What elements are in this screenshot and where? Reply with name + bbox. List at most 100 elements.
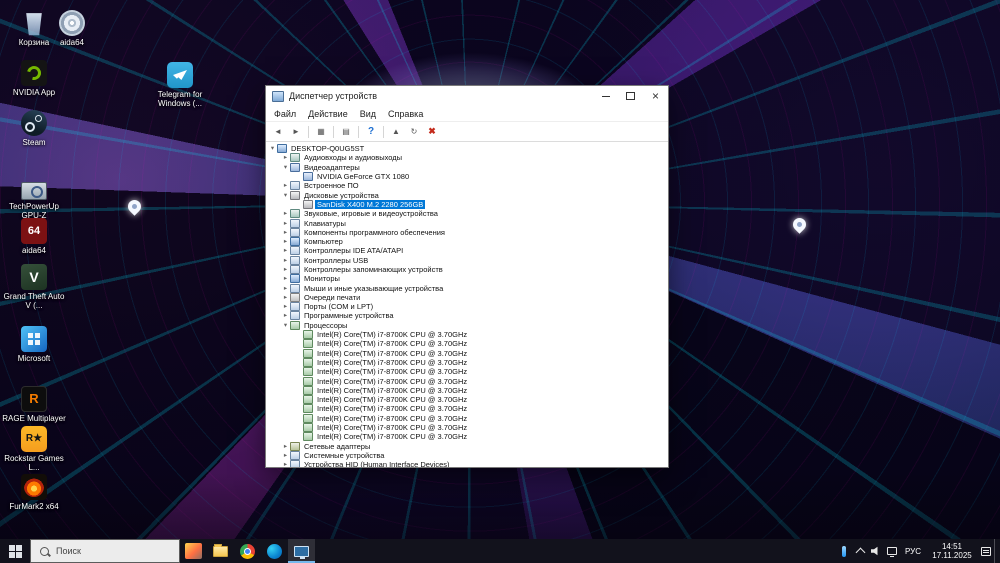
tree-item[interactable]: ▸ Компоненты программного обеспечения [266,227,668,237]
menu-item-2[interactable]: Вид [354,109,382,119]
tree-item[interactable]: Intel(R) Core(TM) i7-8700K CPU @ 3.70GHz [266,432,668,442]
volume-button[interactable] [868,539,884,563]
tree-item[interactable]: ▸ Клавиатуры [266,218,668,228]
tree-item[interactable]: ▸ Контроллеры запоминающих устройств [266,265,668,274]
desktop-icon-furmark2[interactable]: FurMark2 x64 [2,474,66,511]
desktop-icon-rage-multiplayer[interactable]: RAGE Multiplayer [2,386,66,423]
expand-chevron-icon[interactable]: ▸ [281,237,290,246]
expand-chevron-icon[interactable]: ▸ [281,219,290,228]
tree-item[interactable]: Intel(R) Core(TM) i7-8700K CPU @ 3.70GHz [266,367,668,377]
update-driver-software-button[interactable]: ▲ [388,124,404,139]
tree-item-label: SanDisk X400 M.2 2280 256GB [315,199,426,209]
expand-chevron-icon[interactable]: ▸ [281,311,290,320]
tree-item[interactable]: ▸ Контроллеры IDE ATA/ATAPI [266,246,668,256]
expand-chevron-icon[interactable]: ▸ [281,246,290,255]
tree-item[interactable]: Intel(R) Core(TM) i7-8700K CPU @ 3.70GHz [266,376,668,386]
show-console-tree-button[interactable]: ▦ [313,124,329,139]
start-button[interactable] [0,539,30,563]
back-button[interactable]: ◄ [270,124,286,139]
desktop-icon-aida64[interactable]: aida64 [2,218,66,255]
tree-item[interactable]: ▸ Аудиовходы и аудиовыходы [266,153,668,163]
tree-item[interactable]: ▾ Процессоры [266,320,668,330]
tree-item[interactable]: Intel(R) Core(TM) i7-8700K CPU @ 3.70GHz [266,330,668,340]
tree-item[interactable]: Intel(R) Core(TM) i7-8700K CPU @ 3.70GHz [266,395,668,405]
tree-item[interactable]: ▸ Мыши и иные указывающие устройства [266,283,668,293]
action-center-button[interactable] [978,539,994,563]
expand-chevron-icon[interactable]: ▸ [281,153,290,162]
clock[interactable]: 14:51 17.11.2025 [926,542,978,560]
taskbar-chrome[interactable] [234,539,261,563]
desktop-icon-rockstar-games[interactable]: Rockstar Games L... [2,426,66,472]
expand-chevron-icon[interactable]: ▸ [281,265,290,274]
tree-item[interactable]: ▸ Программные устройства [266,311,668,321]
tree-item[interactable]: NVIDIA GeForce GTX 1080 [266,172,668,182]
collapse-chevron-icon[interactable]: ▾ [268,144,277,153]
expand-chevron-icon[interactable]: ▸ [281,181,290,190]
uninstall-device-button[interactable]: ✖ [424,124,440,139]
expand-chevron-icon[interactable]: ▸ [281,460,290,467]
tree-item[interactable]: Intel(R) Core(TM) i7-8700K CPU @ 3.70GHz [266,385,668,395]
expand-chevron-icon[interactable]: ▸ [281,451,290,460]
expand-chevron-icon[interactable]: ▸ [281,274,290,283]
menu-item-0[interactable]: Файл [268,109,302,119]
tree-item[interactable]: Intel(R) Core(TM) i7-8700K CPU @ 3.70GHz [266,404,668,414]
maximize-button[interactable] [618,86,643,106]
desktop-icon-microsoft[interactable]: Microsoft [2,326,66,363]
expand-chevron-icon[interactable]: ▸ [281,209,290,218]
tree-item[interactable]: ▸ Очереди печати [266,292,668,302]
language-indicator[interactable]: РУС [900,547,926,556]
tree-item[interactable]: Intel(R) Core(TM) i7-8700K CPU @ 3.70GHz [266,339,668,349]
tree-item[interactable]: ▸ Порты (COM и LPT) [266,302,668,312]
minimize-button[interactable] [593,86,618,106]
expand-chevron-icon[interactable]: ▸ [281,228,290,237]
tree-item[interactable]: Intel(R) Core(TM) i7-8700K CPU @ 3.70GHz [266,357,668,367]
desktop-icon-steam[interactable]: Steam [2,110,66,147]
taskbar-edge[interactable] [261,539,288,563]
forward-button[interactable]: ► [288,124,304,139]
expand-chevron-icon[interactable]: ▸ [281,293,290,302]
collapse-chevron-icon[interactable]: ▾ [281,321,290,330]
taskbar-search-box[interactable]: Поиск [30,539,180,563]
tree-item[interactable]: ▸ Устройства HID (Human Interface Devices… [266,460,668,467]
hardware-monitor-tray-icon[interactable] [836,539,852,563]
desktop-icon-aida64-portable[interactable]: aida64 [40,10,104,47]
tree-item[interactable]: Intel(R) Core(TM) i7-8700K CPU @ 3.70GHz [266,423,668,433]
expand-chevron-icon[interactable]: ▸ [281,284,290,293]
expand-chevron-icon[interactable]: ▸ [281,442,290,451]
tree-item[interactable]: ▾ Видеоадаптеры [266,162,668,172]
tree-item[interactable]: ▸ Звуковые, игровые и видеоустройства [266,209,668,219]
tree-item[interactable]: SanDisk X400 M.2 2280 256GB [266,199,668,209]
desktop-icon-gta-v[interactable]: Grand Theft Auto V (... [2,264,66,310]
desktop-icon-telegram[interactable]: Telegram for Windows (... [148,62,212,108]
tree-item[interactable]: Intel(R) Core(TM) i7-8700K CPU @ 3.70GHz [266,413,668,423]
tree-item[interactable]: ▸ Сетевые адаптеры [266,441,668,451]
taskbar-widgets[interactable] [180,539,207,563]
hidden-icons-button[interactable] [852,539,868,563]
close-button[interactable]: × [643,86,668,106]
tree-item[interactable]: ▸ Системные устройства [266,450,668,460]
collapse-chevron-icon[interactable]: ▾ [281,191,290,200]
tree-item[interactable]: Intel(R) Core(TM) i7-8700K CPU @ 3.70GHz [266,348,668,358]
show-desktop-button[interactable] [994,539,999,563]
device-tree: ▾ DESKTOP-Q0UG5ST ▸ Аудиовходы и аудиовыход… [266,142,668,467]
desktop-icon-nvidia-app[interactable]: NVIDIA App [2,60,66,97]
scan-for-hardware-changes-button[interactable]: ↻ [406,124,422,139]
properties-button[interactable]: ▤ [338,124,354,139]
menu-item-3[interactable]: Справка [382,109,429,119]
help-button[interactable]: ? [363,124,379,139]
desktop-icon-gpu-z[interactable]: TechPowerUp GPU-Z [2,178,66,220]
taskbar-device-manager[interactable] [288,539,315,563]
collapse-chevron-icon[interactable]: ▾ [281,163,290,172]
network-button[interactable] [884,539,900,563]
tree-item[interactable]: ▸ Встроенное ПО [266,181,668,191]
tree-item[interactable]: ▾ DESKTOP-Q0UG5ST [266,144,668,154]
tree-item[interactable]: ▸ Контроллеры USB [266,255,668,265]
tree-item[interactable]: ▸ Компьютер [266,237,668,247]
expand-chevron-icon[interactable]: ▸ [281,256,290,265]
tree-item[interactable]: ▸ Мониторы [266,274,668,284]
tree-item[interactable]: ▾ Дисковые устройства [266,190,668,200]
titlebar[interactable]: Диспетчер устройств × [266,86,668,106]
menu-item-1[interactable]: Действие [302,109,354,119]
taskbar-file-explorer[interactable] [207,539,234,563]
expand-chevron-icon[interactable]: ▸ [281,302,290,311]
